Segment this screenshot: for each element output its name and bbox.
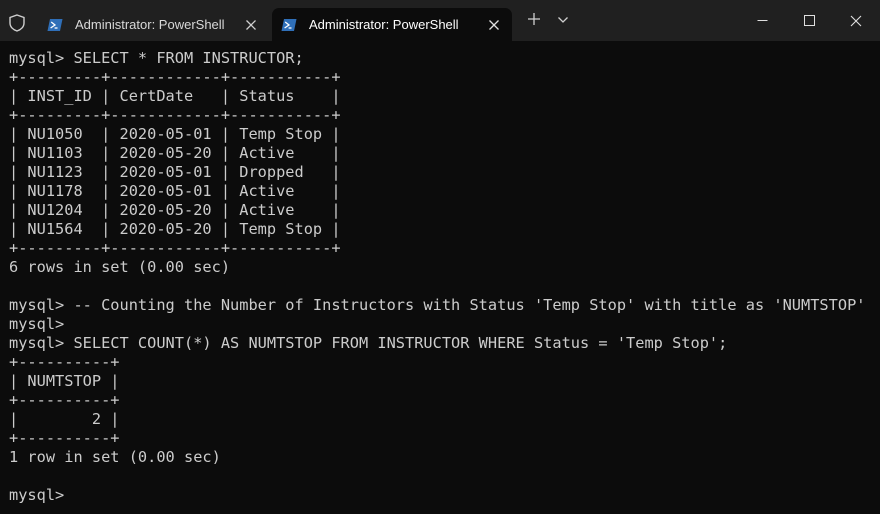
close-tab-icon[interactable] [488, 19, 500, 31]
terminal-line: | NU1050 | 2020-05-01 | Temp Stop | [9, 125, 341, 143]
terminal-line: | INST_ID | CertDate | Status | [9, 87, 341, 105]
shield-icon [9, 14, 25, 32]
terminal-line: 6 rows in set (0.00 sec) [9, 258, 231, 276]
tab-title: Administrator: PowerShell [309, 17, 459, 32]
powershell-icon [281, 18, 297, 31]
terminal-line: mysql> -- Counting the Number of Instruc… [9, 296, 866, 314]
terminal-line: mysql> [9, 315, 65, 333]
tab-title: Administrator: PowerShell [75, 17, 225, 32]
terminal-line: | NU1103 | 2020-05-20 | Active | [9, 144, 341, 162]
terminal-line: mysql> SELECT * FROM INSTRUCTOR; [9, 49, 304, 67]
terminal-line: | NU1204 | 2020-05-20 | Active | [9, 201, 341, 219]
maximize-button[interactable] [786, 0, 832, 41]
terminal-line: +---------+------------+-----------+ [9, 68, 341, 86]
minimize-button[interactable] [739, 0, 785, 41]
terminal-line: +---------+------------+-----------+ [9, 239, 341, 257]
terminal-window: Administrator: PowerShell Administrator:… [0, 0, 880, 514]
title-bar: Administrator: PowerShell Administrator:… [0, 0, 880, 41]
terminal-line: +----------+ [9, 391, 120, 409]
close-tab-icon[interactable] [245, 19, 257, 31]
terminal-line: 1 row in set (0.00 sec) [9, 448, 221, 466]
close-button[interactable] [833, 0, 879, 41]
tab-powershell-1[interactable]: Administrator: PowerShell [38, 8, 269, 41]
terminal-line: +---------+------------+-----------+ [9, 106, 341, 124]
minimize-icon [757, 20, 767, 21]
terminal-line: +----------+ [9, 429, 120, 447]
chevron-down-icon[interactable] [557, 16, 569, 24]
terminal-prompt[interactable]: mysql> [9, 486, 865, 505]
plus-icon[interactable] [527, 12, 541, 26]
tab-powershell-2[interactable]: Administrator: PowerShell [272, 8, 512, 41]
close-icon [850, 15, 862, 26]
terminal-line: | NUMTSTOP | [9, 372, 120, 390]
terminal-line: | NU1564 | 2020-05-20 | Temp Stop | [9, 220, 341, 238]
powershell-icon [47, 18, 63, 31]
terminal-output[interactable]: mysql> SELECT * FROM INSTRUCTOR; +-------… [9, 49, 865, 505]
terminal-line: | 2 | [9, 410, 120, 428]
terminal-line: mysql> SELECT COUNT(*) AS NUMTSTOP FROM … [9, 334, 728, 352]
maximize-icon [803, 15, 815, 26]
terminal-line: | NU1123 | 2020-05-01 | Dropped | [9, 163, 341, 181]
terminal-line: | NU1178 | 2020-05-01 | Active | [9, 182, 341, 200]
terminal-line: +----------+ [9, 353, 120, 371]
